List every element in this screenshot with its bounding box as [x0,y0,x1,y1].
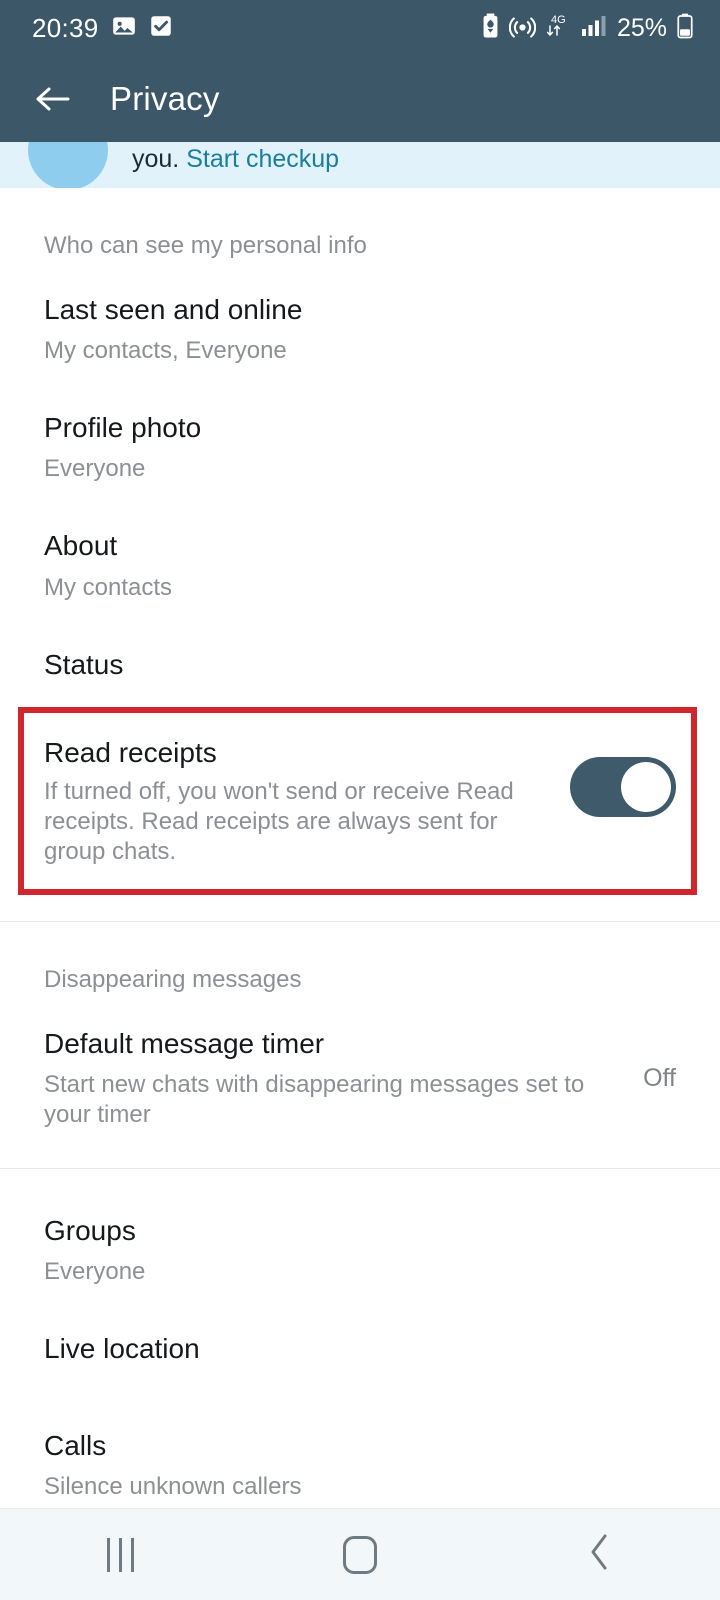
row-main: Last seen and online My contacts, Everyo… [44,294,676,366]
home-button[interactable] [300,1509,420,1600]
setting-row-default-message-timer[interactable]: Default message timer Start new chats wi… [0,994,720,1142]
row-main: Profile photo Everyone [44,412,676,484]
setting-subtitle: Silence unknown callers [44,1472,302,1500]
status-bar-left: 20:39 [32,13,173,44]
home-icon [343,1535,377,1574]
row-main: Calls Silence unknown callers [44,1430,676,1502]
setting-row-profile-photo[interactable]: Profile photo Everyone [0,378,720,496]
battery-percent-label: 25% [616,13,667,42]
status-bar-clock: 20:39 [32,12,99,43]
network-4g-icon: 4G [545,12,571,44]
setting-title: Default message timer [44,1027,325,1059]
image-icon [111,13,137,44]
back-button[interactable] [540,1509,660,1600]
setting-row-live-location[interactable]: Live location [0,1299,720,1377]
row-main: About My contacts [44,530,676,602]
checkbox-checked-icon [149,13,173,44]
settings-list: Who can see my personal info Last seen a… [0,188,720,1600]
row-main: Read receipts If turned off, you won't s… [44,737,546,867]
recents-icon [106,1537,134,1572]
battery-icon [676,13,694,44]
svg-text:4G: 4G [551,14,566,26]
signal-bars-icon [580,13,606,44]
setting-subtitle: If turned off, you won't send or receive… [44,777,514,865]
read-receipts-highlight-wrap: Read receipts If turned off, you won't s… [0,706,720,895]
battery-saver-icon [481,13,500,44]
setting-title: Live location [44,1333,200,1365]
recents-button[interactable] [60,1509,180,1600]
status-bar-right: 4G 25% [481,12,694,44]
setting-title: Last seen and online [44,294,303,325]
setting-value: Off [643,1063,676,1092]
setting-row-about[interactable]: About My contacts [0,496,720,614]
setting-row-last-seen[interactable]: Last seen and online My contacts, Everyo… [0,260,720,378]
setting-subtitle: Start new chats with disappearing messag… [44,1071,585,1129]
section-header-disappearing-messages: Disappearing messages [44,965,302,993]
section-header-personal-info: Who can see my personal info [44,232,367,259]
row-main: Groups Everyone [44,1215,676,1287]
privacy-checkup-banner[interactable]: you. Start checkup [0,142,720,188]
setting-title: Read receipts [44,736,217,768]
hotspot-icon [508,13,537,44]
back-chevron-icon [587,1532,613,1577]
app-bar: Privacy [0,56,720,142]
row-main: Live location [44,1333,676,1365]
back-arrow-icon[interactable] [30,76,76,122]
checkup-banner-text: you. Start checkup [132,145,339,174]
setting-title: About [44,530,118,562]
setting-title: Status [44,648,124,680]
setting-row-read-receipts[interactable]: Read receipts If turned off, you won't s… [0,707,720,895]
start-checkup-link[interactable]: Start checkup [186,145,339,173]
privacy-settings-screen: 20:39 4G 25% Privacy you. Start checkup … [0,0,720,1600]
checkup-banner-plain: you. [132,144,187,173]
setting-row-status[interactable]: Status [0,615,720,693]
row-main: Default message timer Start new chats wi… [44,1028,617,1130]
system-nav-bar [0,1508,720,1600]
status-bar: 20:39 4G 25% [0,0,720,56]
read-receipts-toggle[interactable] [570,756,676,817]
setting-subtitle: My contacts, Everyone [44,337,287,365]
row-main: Status [44,649,676,681]
setting-row-groups[interactable]: Groups Everyone [0,1169,720,1299]
setting-title: Calls [44,1429,107,1461]
toggle-knob [621,761,671,812]
setting-row-calls[interactable]: Calls Silence unknown callers [0,1378,720,1514]
checkup-avatar-icon [28,142,108,188]
page-title: Privacy [110,80,220,117]
setting-title: Profile photo [44,412,202,444]
setting-subtitle: My contacts [44,573,173,601]
setting-subtitle: Everyone [44,1258,146,1286]
setting-subtitle: Everyone [44,455,146,483]
setting-title: Groups [44,1215,136,1247]
